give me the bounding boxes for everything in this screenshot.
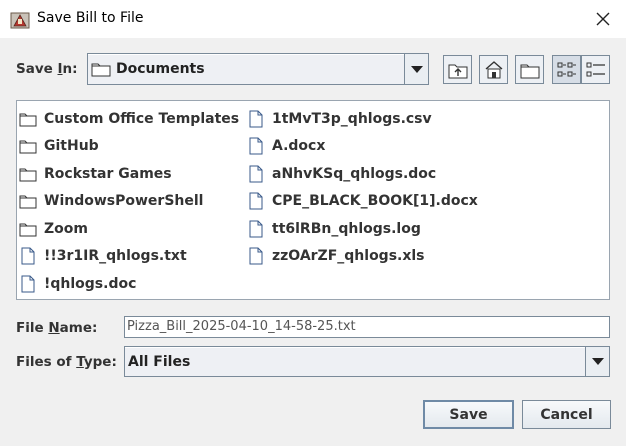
new-folder-icon: [520, 64, 539, 78]
file-item[interactable]: 1tMvT3p_qhlogs.csv: [247, 105, 478, 133]
title-bar: Save Bill to File: [0, 0, 626, 38]
file-name-label: File Name:: [16, 320, 98, 336]
file-item-label: WindowsPowerShell: [44, 193, 204, 210]
file-icon: [249, 247, 263, 265]
details-view-icon: [586, 62, 605, 76]
folder-item[interactable]: Zoom: [19, 215, 239, 243]
save-in-value: Documents: [116, 61, 205, 77]
save-in-dropdown[interactable]: Documents: [87, 53, 429, 85]
file-item-label: Zoom: [44, 220, 88, 237]
cancel-button[interactable]: Cancel: [522, 400, 611, 429]
dropdown-arrow[interactable]: [585, 347, 609, 376]
chevron-down-icon: [410, 65, 423, 73]
close-button[interactable]: [580, 0, 626, 38]
folder-icon: [19, 113, 37, 127]
file-item-label: Rockstar Games: [44, 165, 172, 182]
file-item-label: !!3r1IR_qhlogs.txt: [44, 248, 187, 265]
file-item[interactable]: aNhvKSq_qhlogs.doc: [247, 160, 478, 188]
file-item[interactable]: A.docx: [247, 133, 478, 161]
file-type-dropdown[interactable]: All Files: [124, 346, 610, 377]
up-one-level-button[interactable]: [443, 55, 472, 84]
file-icon: [249, 192, 263, 210]
up-one-level-icon: [448, 64, 467, 78]
file-type-value: All Files: [128, 354, 191, 370]
file-list-column-2: 1tMvT3p_qhlogs.csv A.docx aNhvKSq_qhlogs.d…: [247, 105, 478, 270]
file-type-label: Files of Type:: [16, 354, 117, 370]
file-item[interactable]: CPE_BLACK_BOOK[1].docx: [247, 188, 478, 216]
file-item-label: Custom Office Templates: [44, 110, 240, 127]
file-item-label: A.docx: [272, 138, 326, 155]
folder-icon: [19, 223, 37, 237]
file-item-label: CPE_BLACK_BOOK[1].docx: [272, 193, 478, 210]
file-item-label: zzOArZF_qhlogs.xls: [272, 248, 425, 265]
file-item-label: !qhlogs.doc: [44, 275, 137, 292]
new-folder-button[interactable]: [515, 55, 544, 84]
file-name-input[interactable]: Pizza_Bill_2025-04-10_14-58-25.txt: [124, 316, 610, 338]
file-item[interactable]: !!3r1IR_qhlogs.txt: [19, 243, 239, 271]
save-in-label: Save In:: [16, 61, 78, 77]
list-view-icon: [557, 62, 576, 76]
file-item-label: tt6lRBn_qhlogs.log: [272, 220, 421, 237]
file-icon: [249, 110, 263, 128]
folder-icon: [19, 140, 37, 154]
file-list[interactable]: Custom Office Templates GitHub Rockstar Ga…: [16, 100, 610, 300]
folder-item[interactable]: GitHub: [19, 133, 239, 161]
file-item-label: aNhvKSq_qhlogs.doc: [272, 165, 437, 182]
folder-icon: [19, 168, 37, 182]
file-list-column-1: Custom Office Templates GitHub Rockstar Ga…: [19, 105, 239, 298]
file-item[interactable]: tt6lRBn_qhlogs.log: [247, 215, 478, 243]
home-button[interactable]: [479, 55, 508, 84]
folder-icon: [91, 63, 111, 77]
home-icon: [485, 60, 502, 78]
save-button[interactable]: Save: [423, 400, 514, 429]
file-icon: [249, 137, 263, 155]
chevron-down-icon: [591, 358, 604, 365]
file-item[interactable]: zzOArZF_qhlogs.xls: [247, 243, 478, 271]
file-icon: [21, 275, 35, 293]
file-item-label: GitHub: [44, 138, 99, 155]
java-app-icon: [10, 12, 30, 29]
close-icon: [596, 12, 610, 26]
file-icon: [249, 220, 263, 238]
file-item-label: 1tMvT3p_qhlogs.csv: [272, 110, 432, 127]
list-view-button[interactable]: [552, 55, 581, 84]
details-view-button[interactable]: [581, 55, 610, 84]
file-icon: [249, 165, 263, 183]
file-item[interactable]: !qhlogs.doc: [19, 270, 239, 298]
folder-item[interactable]: Custom Office Templates: [19, 105, 239, 133]
folder-item[interactable]: WindowsPowerShell: [19, 188, 239, 216]
file-icon: [21, 247, 35, 265]
window-title: Save Bill to File: [37, 10, 144, 26]
dropdown-arrow[interactable]: [404, 54, 428, 84]
folder-icon: [19, 195, 37, 209]
folder-item[interactable]: Rockstar Games: [19, 160, 239, 188]
